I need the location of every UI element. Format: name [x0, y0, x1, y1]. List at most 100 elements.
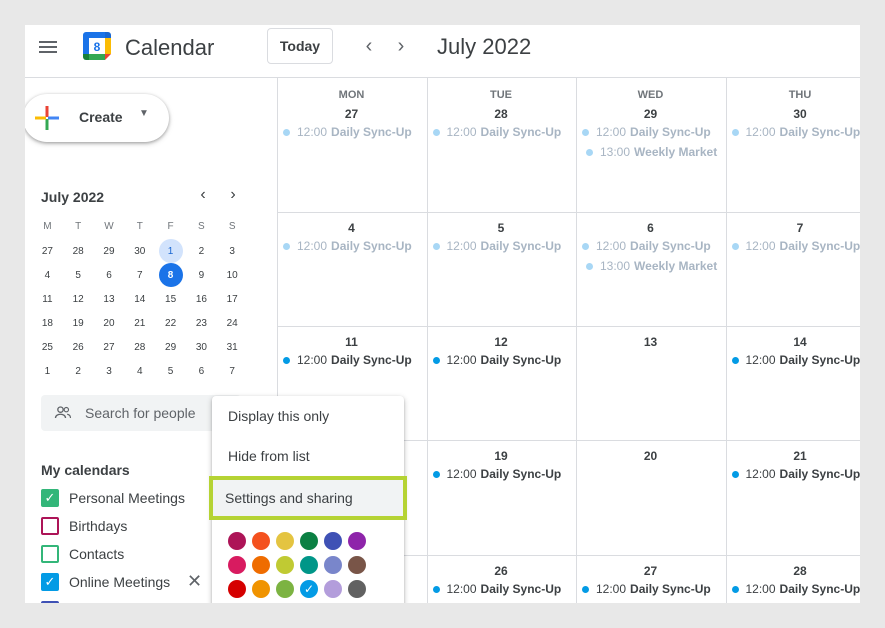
mini-day[interactable]: 31: [217, 335, 248, 359]
create-button[interactable]: Create ▼: [25, 94, 169, 142]
color-swatch[interactable]: [348, 556, 366, 574]
menu-display-this-only[interactable]: Display this only: [212, 396, 404, 436]
event-chip[interactable]: 12:00 Daily Sync-Up: [283, 239, 412, 253]
event-chip[interactable]: 12:00 Daily Sync-Up: [432, 239, 561, 253]
color-swatch[interactable]: [228, 556, 246, 574]
day-number[interactable]: 4: [277, 221, 426, 235]
next-period-icon[interactable]: ›: [389, 34, 413, 58]
day-number[interactable]: 7: [726, 221, 861, 235]
mini-day[interactable]: 5: [63, 263, 94, 287]
mini-day[interactable]: 15: [155, 287, 186, 311]
day-number[interactable]: 30: [726, 107, 861, 121]
color-swatch[interactable]: [228, 532, 246, 550]
mini-day[interactable]: 4: [124, 359, 155, 383]
color-swatch[interactable]: [276, 580, 294, 598]
mini-day[interactable]: 8: [155, 263, 186, 287]
today-button[interactable]: Today: [267, 28, 333, 64]
event-chip[interactable]: 13:00 Weekly Market: [586, 259, 717, 273]
mini-day[interactable]: 17: [217, 287, 248, 311]
mini-day[interactable]: 30: [124, 239, 155, 263]
mini-day[interactable]: 29: [94, 239, 125, 263]
mini-day[interactable]: 20: [94, 311, 125, 335]
mini-day[interactable]: 10: [217, 263, 248, 287]
checkbox-icon[interactable]: [41, 601, 59, 603]
event-chip[interactable]: 12:00 Daily Sync-Up: [283, 353, 412, 367]
mini-day[interactable]: 13: [94, 287, 125, 311]
mini-day[interactable]: 2: [63, 359, 94, 383]
color-swatch[interactable]: [324, 532, 342, 550]
main-menu-icon[interactable]: [38, 38, 60, 60]
mini-day[interactable]: 22: [155, 311, 186, 335]
my-calendars-title[interactable]: My calendars: [41, 462, 130, 478]
color-swatch[interactable]: [300, 532, 318, 550]
mini-day[interactable]: 18: [32, 311, 63, 335]
mini-day[interactable]: 28: [63, 239, 94, 263]
day-number[interactable]: 26: [427, 564, 576, 578]
mini-day[interactable]: 14: [124, 287, 155, 311]
day-number[interactable]: 19: [427, 449, 576, 463]
mini-day[interactable]: 1: [155, 239, 186, 263]
event-chip[interactable]: 12:00 Daily Sync-Up: [432, 582, 561, 596]
event-chip[interactable]: 12:00 Daily Sync-Up: [731, 353, 860, 367]
remove-calendar-icon[interactable]: ✕: [187, 571, 202, 592]
mini-day[interactable]: 16: [186, 287, 217, 311]
event-chip[interactable]: 12:00 Daily Sync-Up: [731, 239, 860, 253]
mini-day[interactable]: 26: [63, 335, 94, 359]
event-chip[interactable]: 12:00 Daily Sync-Up: [283, 125, 412, 139]
mini-day[interactable]: 1: [32, 359, 63, 383]
color-swatch[interactable]: [348, 532, 366, 550]
day-number[interactable]: 6: [576, 221, 725, 235]
event-chip[interactable]: 12:00 Daily Sync-Up: [731, 467, 860, 481]
event-chip[interactable]: 12:00 Daily Sync-Up: [432, 467, 561, 481]
color-swatch[interactable]: [300, 556, 318, 574]
color-swatch[interactable]: [228, 580, 246, 598]
mini-day[interactable]: 27: [32, 239, 63, 263]
color-swatch[interactable]: [252, 532, 270, 550]
event-chip[interactable]: 12:00 Daily Sync-Up: [731, 125, 860, 139]
mini-day[interactable]: 27: [94, 335, 125, 359]
day-number[interactable]: 20: [576, 449, 725, 463]
mini-day[interactable]: 2: [186, 239, 217, 263]
day-number[interactable]: 28: [726, 564, 861, 578]
day-number[interactable]: 28: [427, 107, 576, 121]
color-swatch[interactable]: [348, 580, 366, 598]
color-swatch-selected-check-icon[interactable]: ✓: [300, 580, 318, 598]
event-chip[interactable]: 12:00 Daily Sync-Up: [731, 582, 860, 596]
mini-prev-icon[interactable]: ‹: [193, 186, 213, 204]
mini-next-icon[interactable]: ›: [223, 186, 243, 204]
checkbox-icon[interactable]: [41, 517, 59, 535]
day-number[interactable]: 29: [576, 107, 725, 121]
mini-day[interactable]: 6: [186, 359, 217, 383]
mini-day[interactable]: 25: [32, 335, 63, 359]
mini-day[interactable]: 5: [155, 359, 186, 383]
event-chip[interactable]: 13:00 Weekly Market: [586, 145, 717, 159]
mini-day[interactable]: 30: [186, 335, 217, 359]
search-people-input[interactable]: Search for people: [41, 395, 241, 431]
checkbox-checked-icon[interactable]: ✓: [41, 573, 59, 591]
menu-settings-and-sharing[interactable]: Settings and sharing: [209, 476, 407, 520]
day-number[interactable]: 27: [277, 107, 426, 121]
color-swatch[interactable]: [276, 532, 294, 550]
event-chip[interactable]: 12:00 Daily Sync-Up: [582, 582, 711, 596]
event-chip[interactable]: 12:00 Daily Sync-Up: [582, 239, 711, 253]
mini-day[interactable]: 11: [32, 287, 63, 311]
day-number[interactable]: 14: [726, 335, 861, 349]
mini-day[interactable]: 7: [124, 263, 155, 287]
event-chip[interactable]: 12:00 Daily Sync-Up: [582, 125, 711, 139]
mini-day[interactable]: 29: [155, 335, 186, 359]
mini-day[interactable]: 24: [217, 311, 248, 335]
color-swatch[interactable]: [252, 556, 270, 574]
mini-day[interactable]: 3: [94, 359, 125, 383]
checkbox-checked-icon[interactable]: ✓: [41, 489, 59, 507]
day-number[interactable]: 12: [427, 335, 576, 349]
day-number[interactable]: 27: [576, 564, 725, 578]
color-swatch[interactable]: [324, 580, 342, 598]
day-number[interactable]: 21: [726, 449, 861, 463]
event-chip[interactable]: 12:00 Daily Sync-Up: [432, 353, 561, 367]
day-number[interactable]: 5: [427, 221, 576, 235]
mini-day[interactable]: 4: [32, 263, 63, 287]
mini-day[interactable]: 7: [217, 359, 248, 383]
color-swatch[interactable]: [252, 580, 270, 598]
mini-day[interactable]: 12: [63, 287, 94, 311]
mini-day[interactable]: 19: [63, 311, 94, 335]
